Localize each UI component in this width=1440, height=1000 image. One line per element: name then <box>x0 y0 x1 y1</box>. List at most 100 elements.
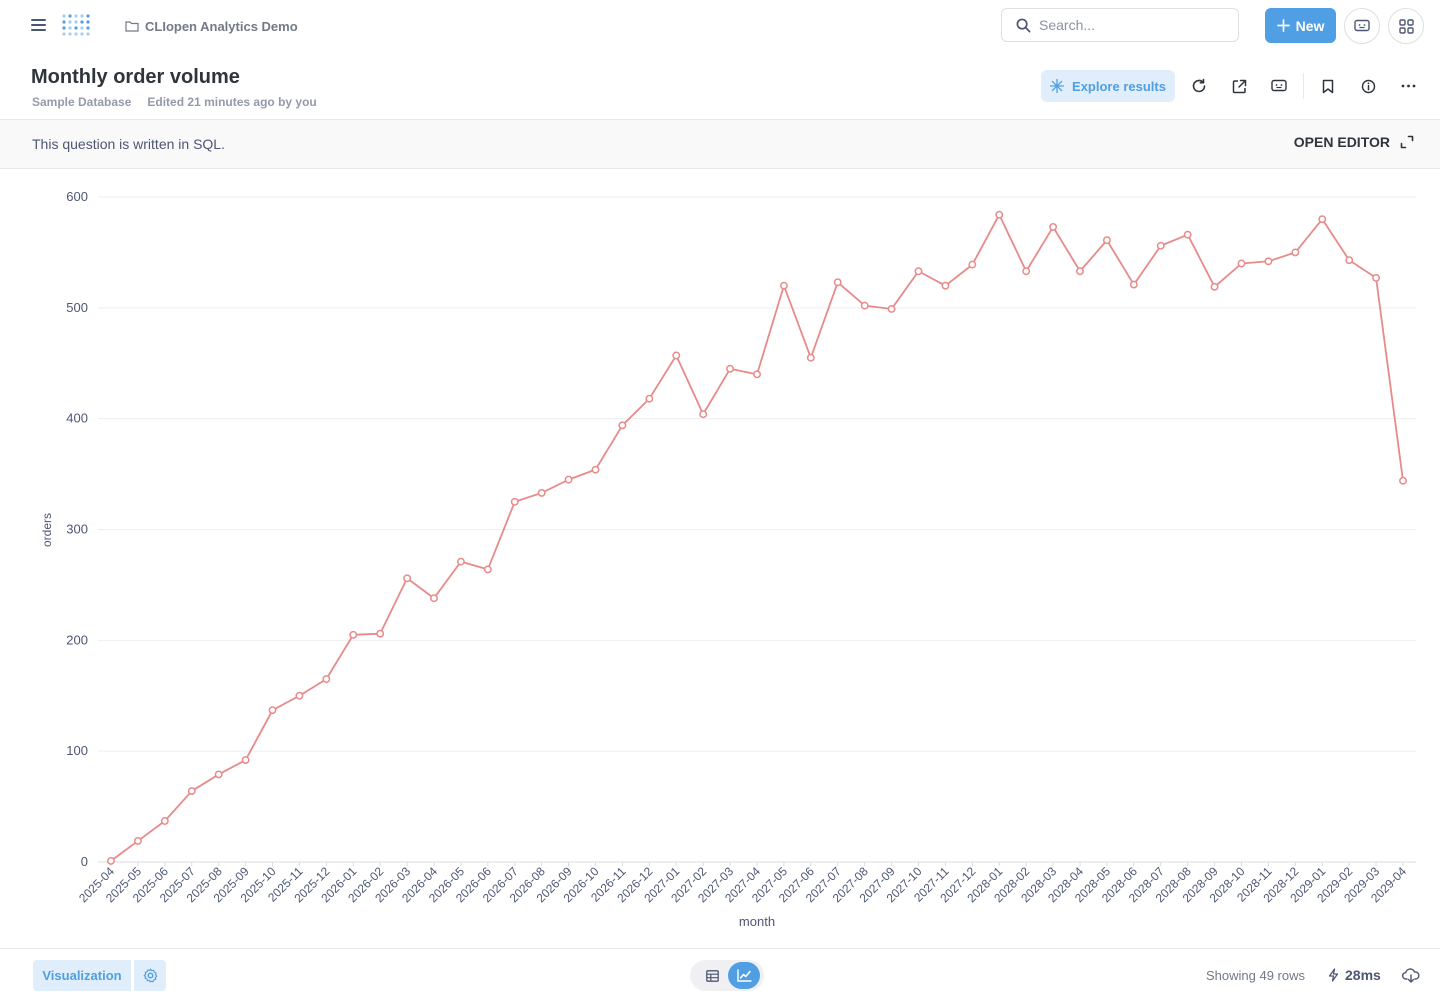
data-point[interactable] <box>887 304 896 313</box>
data-point[interactable] <box>322 675 331 684</box>
search-box[interactable] <box>1001 8 1239 42</box>
data-point[interactable] <box>699 410 708 419</box>
data-point[interactable] <box>160 817 169 825</box>
y-tick-label: 100 <box>66 743 88 758</box>
open-editor-button[interactable]: OPEN EDITOR <box>1294 134 1414 150</box>
data-point[interactable] <box>1022 267 1031 276</box>
data-point[interactable] <box>779 281 788 290</box>
data-point[interactable] <box>430 594 438 603</box>
data-point[interactable] <box>1291 248 1300 257</box>
visualization-button[interactable]: Visualization <box>33 960 131 991</box>
data-point[interactable] <box>268 706 277 715</box>
data-point[interactable] <box>914 267 923 276</box>
data-point[interactable] <box>806 353 815 362</box>
data-point[interactable] <box>726 364 735 373</box>
line-chart-icon <box>736 969 752 982</box>
data-point[interactable] <box>645 394 654 403</box>
data-point[interactable] <box>1156 241 1165 250</box>
data-point[interactable] <box>753 370 761 379</box>
data-point[interactable] <box>941 281 950 290</box>
download-button[interactable] <box>1401 965 1421 985</box>
row-count: Showing 49 rows <box>1206 968 1305 983</box>
data-point[interactable] <box>1076 267 1084 276</box>
edited-info[interactable]: Edited 21 minutes ago by you <box>147 95 316 109</box>
search-icon <box>1016 18 1031 32</box>
data-point[interactable] <box>1318 215 1327 224</box>
chart-view-button[interactable] <box>728 962 760 989</box>
data-point[interactable] <box>1237 259 1246 268</box>
new-button-label: New <box>1295 17 1325 34</box>
data-point[interactable] <box>1345 256 1354 265</box>
data-point[interactable] <box>349 630 358 639</box>
data-point[interactable] <box>456 557 465 566</box>
info-icon <box>1361 79 1375 93</box>
y-tick-label: 300 <box>66 522 88 537</box>
new-button[interactable]: New <box>1265 8 1336 43</box>
y-tick-label: 200 <box>66 632 88 647</box>
y-tick-label: 500 <box>66 300 88 315</box>
table-view-button[interactable] <box>700 964 724 988</box>
data-point[interactable] <box>241 756 250 764</box>
data-point[interactable] <box>591 465 600 474</box>
data-point[interactable] <box>1049 222 1058 231</box>
data-point[interactable] <box>1399 476 1407 485</box>
sparkle-icon <box>1050 79 1065 93</box>
visualization-label: Visualization <box>42 968 122 983</box>
share-button[interactable] <box>1229 76 1249 96</box>
data-point[interactable] <box>833 278 842 287</box>
apps-button[interactable] <box>1388 8 1424 44</box>
search-input[interactable] <box>1039 17 1219 33</box>
breadcrumb[interactable]: CLIopen Analytics Demo <box>125 17 298 35</box>
data-point[interactable] <box>510 497 519 506</box>
data-point[interactable] <box>1183 230 1192 239</box>
gear-icon <box>143 968 157 983</box>
expand-icon <box>1400 135 1414 149</box>
data-point[interactable] <box>1264 257 1273 266</box>
smart-screen-header-button[interactable] <box>1269 76 1289 96</box>
smart-screen-button[interactable] <box>1344 8 1380 44</box>
data-point[interactable] <box>376 629 385 638</box>
more-button[interactable] <box>1398 76 1418 96</box>
table-icon <box>705 970 719 982</box>
share-icon <box>1232 79 1246 93</box>
data-point[interactable] <box>133 836 142 845</box>
data-point[interactable] <box>1102 236 1111 245</box>
plus-icon <box>1276 19 1290 32</box>
sql-notice: This question is written in SQL. <box>32 136 225 152</box>
bookmark-icon <box>1322 79 1334 93</box>
refresh-button[interactable] <box>1189 76 1209 96</box>
y-tick-label: 400 <box>66 411 88 426</box>
query-timing: 28ms <box>1328 967 1381 983</box>
more-icon <box>1401 84 1415 88</box>
data-point[interactable] <box>995 210 1004 219</box>
smart-screen-icon <box>1271 79 1287 92</box>
data-point[interactable] <box>618 421 627 430</box>
data-point[interactable] <box>187 787 196 796</box>
data-point[interactable] <box>1129 280 1138 289</box>
data-point[interactable] <box>214 770 223 779</box>
info-button[interactable] <box>1358 76 1378 96</box>
data-point[interactable] <box>537 488 546 497</box>
data-point[interactable] <box>107 856 115 865</box>
y-tick-label: 600 <box>66 189 88 204</box>
data-point[interactable] <box>295 691 304 700</box>
viz-settings-button[interactable] <box>134 960 166 991</box>
data-point[interactable] <box>860 301 869 310</box>
data-point[interactable] <box>1372 273 1381 282</box>
database-link[interactable]: Sample Database <box>32 95 131 109</box>
apps-grid-icon <box>1398 18 1414 34</box>
explore-results-button[interactable]: Explore results <box>1041 70 1175 102</box>
logo-icon[interactable] <box>60 12 92 40</box>
bolt-icon <box>1328 968 1339 982</box>
page-title[interactable]: Monthly order volume <box>31 66 240 89</box>
question-meta: Sample Database Edited 21 minutes ago by… <box>32 95 317 109</box>
data-point[interactable] <box>672 351 681 360</box>
data-point[interactable] <box>403 574 412 583</box>
y-axis-label: orders <box>40 513 54 547</box>
data-point[interactable] <box>1210 282 1219 291</box>
menu-icon[interactable] <box>31 19 46 33</box>
data-point[interactable] <box>483 565 492 574</box>
data-point[interactable] <box>564 475 573 484</box>
bookmark-button[interactable] <box>1318 76 1338 96</box>
data-point[interactable] <box>968 260 977 269</box>
